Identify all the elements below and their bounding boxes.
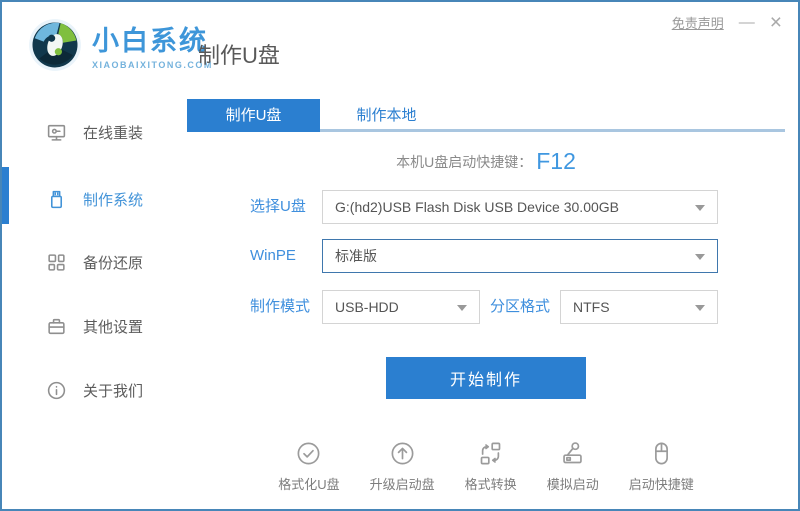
sidebar-item-online-reinstall[interactable]: 在线重装 [46, 115, 143, 149]
usb-drive-icon [46, 189, 67, 210]
partition-format-dropdown[interactable]: NTFS [560, 290, 718, 324]
partition-format-value: NTFS [573, 299, 610, 315]
make-mode-dropdown[interactable]: USB-HDD [322, 290, 480, 324]
boot-hotkey-label: 本机U盘启动快捷键： [396, 154, 532, 170]
chevron-down-icon [695, 205, 705, 211]
main-panel: 制作U盘 制作本地 本机U盘启动快捷键：F12 选择U盘 G:(hd2)USB … [187, 92, 798, 509]
tab-bar: 制作U盘 制作本地 [187, 99, 785, 132]
boot-hotkey-value: F12 [536, 148, 576, 174]
tool-label: 格式转换 [465, 474, 517, 493]
usb-select-label: 选择U盘 [250, 190, 306, 224]
chevron-down-icon [695, 305, 705, 311]
tool-label: 启动快捷键 [629, 474, 694, 493]
start-make-button[interactable]: 开始制作 [386, 357, 586, 399]
sidebar-item-other-settings[interactable]: 其他设置 [46, 309, 143, 343]
make-mode-label: 制作模式 [250, 290, 310, 324]
info-icon [46, 380, 67, 401]
active-item-indicator [2, 167, 9, 224]
logo-title: 小白系统 [92, 28, 213, 55]
sidebar-item-label: 备份还原 [83, 252, 143, 273]
minimize-button[interactable]: — [739, 15, 755, 31]
grid-icon [46, 252, 67, 273]
tool-label: 格式化U盘 [278, 474, 339, 493]
window-controls: 免责声明 — × [672, 12, 782, 33]
chevron-down-icon [695, 254, 705, 260]
tab-make-local[interactable]: 制作本地 [320, 99, 453, 129]
check-circle-icon [295, 440, 322, 467]
app-window: 小白系统 XIAOBAIXITONG.COM 制作U盘 免责声明 — × 在线重… [0, 0, 800, 511]
sidebar: 在线重装 制作系统 备份还原 其他 [2, 92, 187, 509]
partition-format-label: 分区格式 [490, 290, 550, 324]
tab-make-usb[interactable]: 制作U盘 [187, 99, 320, 129]
sidebar-item-label: 关于我们 [83, 380, 143, 401]
sidebar-item-backup-restore[interactable]: 备份还原 [46, 245, 143, 279]
boot-hotkey-line: 本机U盘启动快捷键：F12 [187, 148, 785, 175]
tool-format-convert[interactable]: 格式转换 [465, 440, 517, 493]
sidebar-item-label: 制作系统 [83, 189, 143, 210]
make-mode-value: USB-HDD [335, 299, 399, 315]
winpe-label: WinPE [250, 239, 296, 273]
usb-select-dropdown[interactable]: G:(hd2)USB Flash Disk USB Device 30.00GB [322, 190, 718, 224]
tool-label: 模拟启动 [547, 474, 599, 493]
disclaimer-link[interactable]: 免责声明 [672, 13, 724, 32]
close-button[interactable]: × [770, 12, 782, 33]
tool-format-usb[interactable]: 格式化U盘 [278, 440, 339, 493]
mouse-icon [648, 440, 675, 467]
tool-simulate-boot[interactable]: 模拟启动 [547, 440, 599, 493]
winpe-dropdown[interactable]: 标准版 [322, 239, 718, 273]
briefcase-icon [46, 316, 67, 337]
chevron-down-icon [457, 305, 467, 311]
winpe-value: 标准版 [335, 248, 377, 264]
app-logo-icon [28, 18, 82, 72]
logo-subtitle: XIAOBAIXITONG.COM [92, 60, 213, 70]
convert-icon [477, 440, 504, 467]
sidebar-item-about-us[interactable]: 关于我们 [46, 373, 143, 407]
page-title: 制作U盘 [198, 38, 280, 70]
sidebar-item-make-system[interactable]: 制作系统 [46, 182, 143, 216]
monitor-icon [46, 122, 67, 143]
tool-boot-hotkey[interactable]: 启动快捷键 [629, 440, 694, 493]
footer-toolbar: 格式化U盘 升级启动盘 格式转换 [187, 440, 785, 493]
tool-label: 升级启动盘 [370, 474, 435, 493]
arrow-up-circle-icon [389, 440, 416, 467]
logo-text: 小白系统 XIAOBAIXITONG.COM [92, 28, 213, 70]
sidebar-item-label: 其他设置 [83, 316, 143, 337]
stamp-icon [559, 440, 586, 467]
sidebar-item-label: 在线重装 [83, 122, 143, 143]
tool-upgrade-boot-disk[interactable]: 升级启动盘 [370, 440, 435, 493]
usb-select-value: G:(hd2)USB Flash Disk USB Device 30.00GB [335, 199, 619, 215]
